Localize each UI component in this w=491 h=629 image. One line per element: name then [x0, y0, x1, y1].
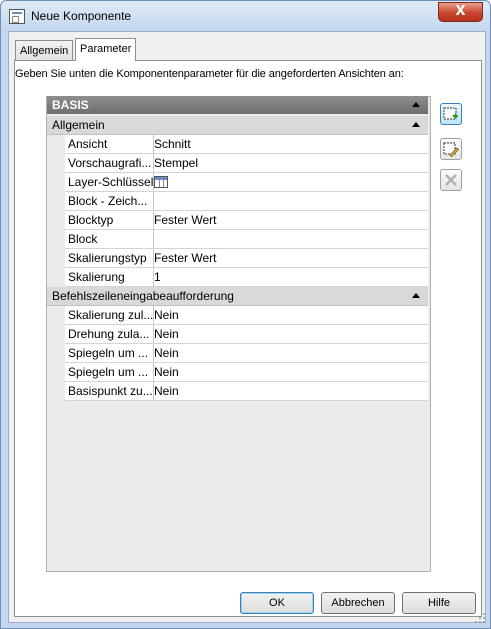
property-value[interactable]: Schnitt: [154, 135, 191, 153]
collapse-arrow-icon[interactable]: [412, 102, 420, 107]
property-name: Spiegeln um ...: [65, 363, 154, 381]
property-value[interactable]: Fester Wert: [154, 249, 216, 267]
property-row[interactable]: Basispunkt zu... Nein: [65, 382, 428, 401]
description-text: Geben Sie unten die Komponentenparameter…: [15, 68, 404, 80]
property-name: Spiegeln um ...: [65, 344, 154, 362]
property-row[interactable]: Spiegeln um ... Nein: [65, 363, 428, 382]
window-icon: [9, 9, 25, 24]
property-name: Layer-Schlüssel: [65, 173, 154, 191]
delete-view-button[interactable]: [440, 169, 462, 191]
property-value[interactable]: Nein: [154, 363, 179, 381]
edit-view-button[interactable]: [440, 138, 462, 160]
property-row[interactable]: Layer-Schlüssel: [65, 173, 428, 192]
property-name: Drehung zula...: [65, 325, 154, 343]
group-befehlszeile[interactable]: Befehlszeileneingabeaufforderung: [47, 287, 428, 306]
property-name: Basispunkt zu...: [65, 382, 154, 400]
collapse-arrow-icon[interactable]: [412, 122, 420, 127]
property-value[interactable]: Nein: [154, 382, 179, 400]
property-name: Block - Zeich...: [65, 192, 154, 210]
property-value[interactable]: 1: [154, 268, 161, 286]
property-value[interactable]: Stempel: [154, 154, 198, 172]
add-view-button[interactable]: [440, 103, 462, 125]
property-name: Blocktyp: [65, 211, 154, 229]
property-name: Vorschaugrafi...: [65, 154, 154, 172]
property-row[interactable]: Block: [65, 230, 428, 249]
property-name: Block: [65, 230, 154, 248]
property-name: Skalierung zul...: [65, 306, 154, 324]
property-value[interactable]: Nein: [154, 306, 179, 324]
close-button[interactable]: X: [438, 2, 483, 22]
category-basis[interactable]: BASIS: [47, 96, 428, 114]
category-basis-label: BASIS: [52, 98, 89, 112]
property-row[interactable]: Ansicht Schnitt: [65, 135, 428, 154]
collapse-arrow-icon[interactable]: [412, 293, 420, 298]
help-button[interactable]: Hilfe: [402, 592, 476, 614]
tab-parameter[interactable]: Parameter: [75, 38, 137, 61]
cancel-button[interactable]: Abbrechen: [321, 592, 395, 614]
property-row[interactable]: Drehung zula... Nein: [65, 325, 428, 344]
property-row[interactable]: Block - Zeich...: [65, 192, 428, 211]
property-name: Skalierung: [65, 268, 154, 286]
property-row[interactable]: Skalierung zul... Nein: [65, 306, 428, 325]
table-icon[interactable]: [154, 176, 168, 188]
title-bar[interactable]: Neue Komponente X: [1, 1, 490, 31]
property-row[interactable]: Spiegeln um ... Nein: [65, 344, 428, 363]
add-view-icon: [443, 107, 458, 120]
property-row[interactable]: Skalierungstyp Fester Wert: [65, 249, 428, 268]
resize-grip-icon[interactable]: [474, 612, 486, 624]
property-value[interactable]: Nein: [154, 344, 179, 362]
property-value[interactable]: Fester Wert: [154, 211, 216, 229]
property-row[interactable]: Vorschaugrafi... Stempel: [65, 154, 428, 173]
property-name: Ansicht: [65, 135, 154, 153]
group-allgemein-label: Allgemein: [52, 118, 105, 132]
group-befehlszeile-label: Befehlszeileneingabeaufforderung: [52, 289, 234, 303]
property-name: Skalierungstyp: [65, 249, 154, 267]
property-row[interactable]: Blocktyp Fester Wert: [65, 211, 428, 230]
property-row[interactable]: Skalierung 1: [65, 268, 428, 287]
tab-allgemein[interactable]: Allgemein: [15, 40, 74, 61]
ok-button[interactable]: OK: [240, 592, 314, 614]
group-allgemein[interactable]: Allgemein: [47, 116, 428, 135]
edit-view-icon: [443, 142, 459, 157]
property-value[interactable]: Nein: [154, 325, 179, 343]
delete-view-icon: [445, 174, 457, 186]
window-title: Neue Komponente: [31, 9, 132, 23]
